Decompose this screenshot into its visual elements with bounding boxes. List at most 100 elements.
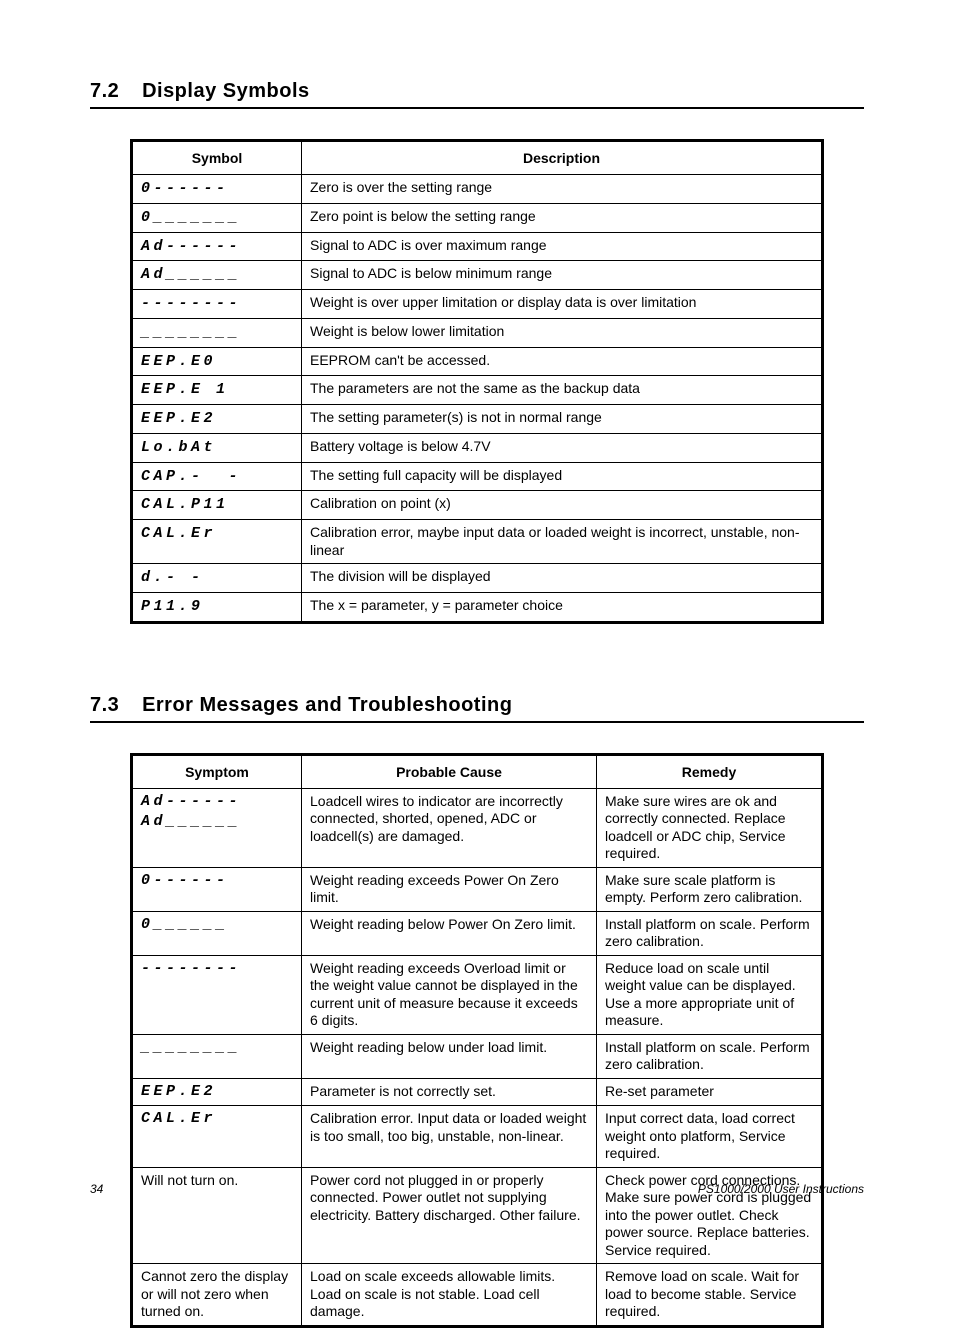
- table-header-cause: Probable Cause: [302, 754, 597, 788]
- symbol-cell: d.- -: [132, 564, 302, 593]
- display-symbol: Ad------: [141, 238, 241, 255]
- display-symbol: Ad______: [141, 266, 241, 283]
- symptom-cell: Cannot zero the display or will not zero…: [132, 1264, 302, 1327]
- display-symbol: EEP.E2: [141, 410, 216, 427]
- table-row: CAL.Er Calibration error. Input data or l…: [132, 1106, 823, 1168]
- remedy-cell: Reduce load on scale until weight value …: [597, 955, 823, 1034]
- table-row: Cannot zero the display or will not zero…: [132, 1264, 823, 1327]
- section-number: 7.2: [90, 80, 136, 103]
- symptom-cell: 0------: [132, 867, 302, 911]
- symbol-cell: Ad______: [132, 261, 302, 290]
- page-footer: 34 PS1000/2000 User Instructions: [90, 1182, 864, 1196]
- symbol-cell: CAL.P11: [132, 491, 302, 520]
- symbol-cell: CAP.- -: [132, 462, 302, 491]
- description-cell: The x = parameter, y = parameter choice: [302, 592, 823, 622]
- table-row: CAL.P11 Calibration on point (x): [132, 491, 823, 520]
- table-row: 0______Weight reading below Power On Zer…: [132, 911, 823, 955]
- display-symbol: Ad______: [141, 813, 293, 832]
- display-symbol: Lo.bAt: [141, 439, 216, 456]
- table-header-symbol: Symbol: [132, 141, 302, 175]
- page-number: 34: [90, 1182, 103, 1196]
- table-row: EEP.E2 Parameter is not correctly set.Re-…: [132, 1078, 823, 1106]
- display-symbols-table: Symbol Description 0------ Zero is over t…: [130, 139, 824, 624]
- description-cell: Zero is over the setting range: [302, 175, 823, 204]
- description-cell: Signal to ADC is over maximum range: [302, 232, 823, 261]
- section-title: Error Messages and Troubleshooting: [142, 694, 512, 716]
- remedy-cell: Install platform on scale. Perform zero …: [597, 1034, 823, 1078]
- cause-cell: Load on scale exceeds allowable limits. …: [302, 1264, 597, 1327]
- description-cell: Calibration error, maybe input data or l…: [302, 520, 823, 564]
- display-symbol: 0______: [141, 916, 293, 935]
- table-row: Lo.bAtBattery voltage is below 4.7V: [132, 433, 823, 462]
- table-row: EEP.E2 The setting parameter(s) is not in…: [132, 405, 823, 434]
- section-heading-error-messages: 7.3 Error Messages and Troubleshooting: [90, 694, 864, 723]
- section-number: 7.3: [90, 694, 136, 717]
- table-header-description: Description: [302, 141, 823, 175]
- symbol-cell: EEP.E2: [132, 405, 302, 434]
- display-symbol: ________: [141, 324, 241, 341]
- table-row: Ad------ Signal to ADC is over maximum ra…: [132, 232, 823, 261]
- cause-cell: Weight reading exceeds Power On Zero lim…: [302, 867, 597, 911]
- display-symbol: CAL.P11: [141, 496, 229, 513]
- description-cell: The setting parameter(s) is not in norma…: [302, 405, 823, 434]
- error-messages-table: Symptom Probable Cause Remedy Ad------Ad…: [130, 753, 824, 1328]
- table-row: EEP.E 1The parameters are not the same a…: [132, 376, 823, 405]
- display-symbol: ________: [141, 1039, 293, 1058]
- symbol-cell: 0_______: [132, 203, 302, 232]
- table-row: -------- Weight is over upper limitation …: [132, 290, 823, 319]
- display-symbol: d.- -: [141, 569, 204, 586]
- symptom-cell: CAL.Er: [132, 1106, 302, 1168]
- remedy-cell: Make sure wires are ok and correctly con…: [597, 788, 823, 867]
- remedy-cell: Make sure scale platform is empty. Perfo…: [597, 867, 823, 911]
- remedy-cell: Input correct data, load correct weight …: [597, 1106, 823, 1168]
- description-cell: Weight is over upper limitation or displ…: [302, 290, 823, 319]
- table-row: EEP.E0 EEPROM can't be accessed.: [132, 347, 823, 376]
- symptom-cell: Ad------Ad______: [132, 788, 302, 867]
- table-row: Ad______Signal to ADC is below minimum r…: [132, 261, 823, 290]
- table-row: ________ Weight is below lower limitation: [132, 318, 823, 347]
- display-symbol: CAL.Er: [141, 525, 216, 542]
- symptom-cell: --------: [132, 955, 302, 1034]
- cause-cell: Weight reading below under load limit.: [302, 1034, 597, 1078]
- display-symbol: EEP.E2: [141, 1083, 293, 1102]
- display-symbol: EEP.E0: [141, 353, 216, 370]
- symbol-cell: --------: [132, 290, 302, 319]
- display-symbol: CAP.- -: [141, 468, 241, 485]
- display-symbol: --------: [141, 295, 241, 312]
- table-row: 0_______ Zero point is below the setting …: [132, 203, 823, 232]
- section-title: Display Symbols: [142, 80, 310, 102]
- table-row: Ad------Ad______Loadcell wires to indica…: [132, 788, 823, 867]
- display-symbol: 0_______: [141, 209, 241, 226]
- remedy-cell: Re-set parameter: [597, 1078, 823, 1106]
- table-row: ________ Weight reading below under load …: [132, 1034, 823, 1078]
- table-row: d.- -The division will be displayed: [132, 564, 823, 593]
- symptom-cell: 0______: [132, 911, 302, 955]
- description-cell: The setting full capacity will be displa…: [302, 462, 823, 491]
- description-cell: The parameters are not the same as the b…: [302, 376, 823, 405]
- display-symbol: CAL.Er: [141, 1110, 293, 1129]
- description-cell: Zero point is below the setting range: [302, 203, 823, 232]
- table-row: --------Weight reading exceeds Overload …: [132, 955, 823, 1034]
- symbol-cell: ________: [132, 318, 302, 347]
- cause-cell: Weight reading exceeds Overload limit or…: [302, 955, 597, 1034]
- symbol-cell: EEP.E 1: [132, 376, 302, 405]
- description-cell: Weight is below lower limitation: [302, 318, 823, 347]
- remedy-cell: Install platform on scale. Perform zero …: [597, 911, 823, 955]
- symptom-cell: ________: [132, 1034, 302, 1078]
- table-row: CAP.- - The setting full capacity will be…: [132, 462, 823, 491]
- cause-cell: Parameter is not correctly set.: [302, 1078, 597, 1106]
- table-row: P11.9The x = parameter, y = parameter ch…: [132, 592, 823, 622]
- display-symbol: 0------: [141, 180, 229, 197]
- display-symbol: Ad------: [141, 793, 293, 812]
- symbol-cell: CAL.Er: [132, 520, 302, 564]
- description-cell: Calibration on point (x): [302, 491, 823, 520]
- symbol-cell: EEP.E0: [132, 347, 302, 376]
- cause-cell: Calibration error. Input data or loaded …: [302, 1106, 597, 1168]
- symbol-cell: Ad------: [132, 232, 302, 261]
- section-heading-display-symbols: 7.2 Display Symbols: [90, 80, 864, 109]
- cause-cell: Loadcell wires to indicator are incorrec…: [302, 788, 597, 867]
- doc-title: PS1000/2000 User Instructions: [698, 1182, 864, 1196]
- symbol-cell: Lo.bAt: [132, 433, 302, 462]
- remedy-cell: Remove load on scale. Wait for load to b…: [597, 1264, 823, 1327]
- description-cell: EEPROM can't be accessed.: [302, 347, 823, 376]
